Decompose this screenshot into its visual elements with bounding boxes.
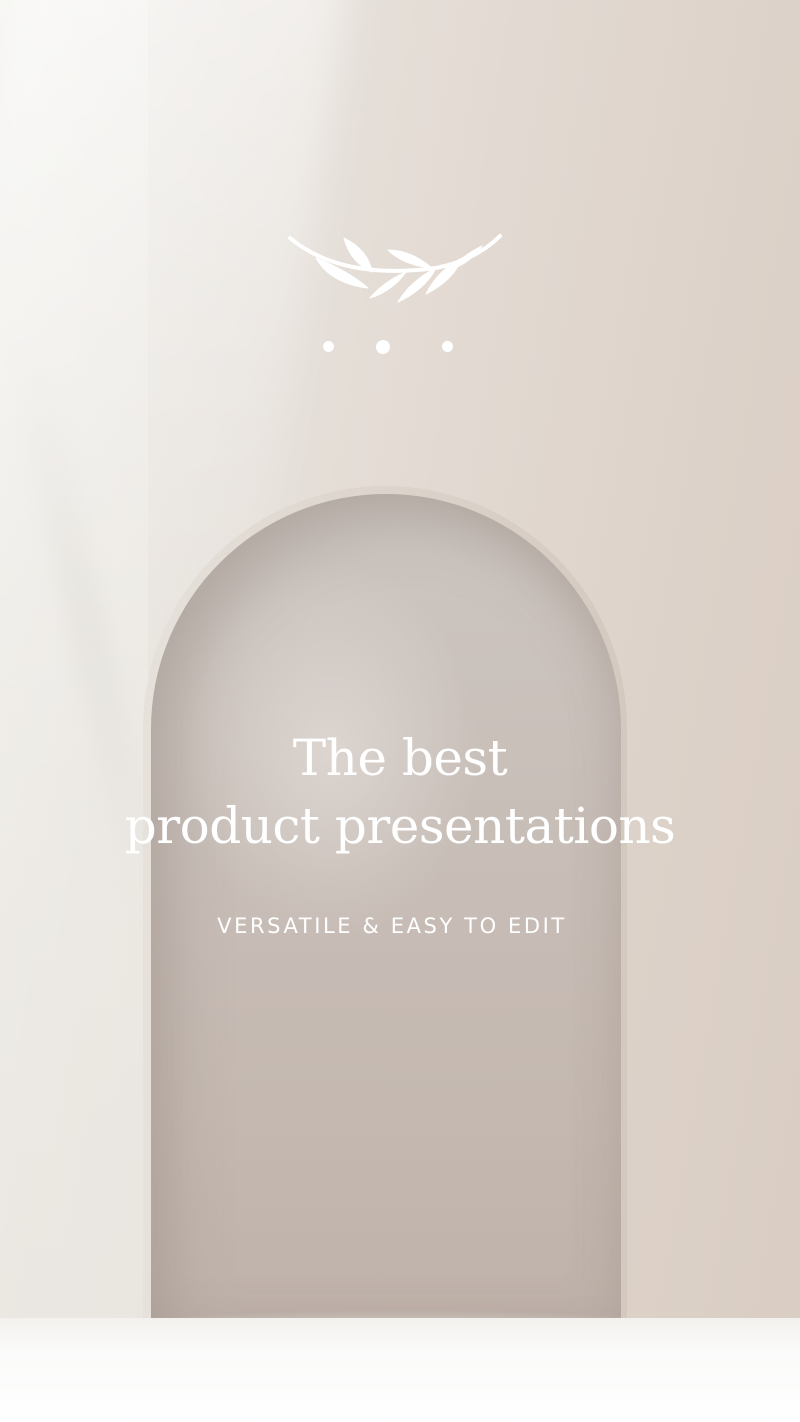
headline: The best product presentations (60, 724, 740, 860)
olive-branch-icon (288, 234, 502, 303)
subtitle: VERSATILE & EASY TO EDIT (217, 914, 567, 938)
background-scene (0, 0, 800, 1422)
dot (442, 341, 453, 352)
left-wall (0, 0, 148, 1340)
three-dots-icon (318, 338, 460, 358)
dot (323, 341, 334, 352)
headline-line-1: The best (292, 729, 508, 787)
headline-line-2: product presentations (124, 797, 676, 855)
floor (0, 1318, 800, 1422)
dot (376, 340, 390, 354)
